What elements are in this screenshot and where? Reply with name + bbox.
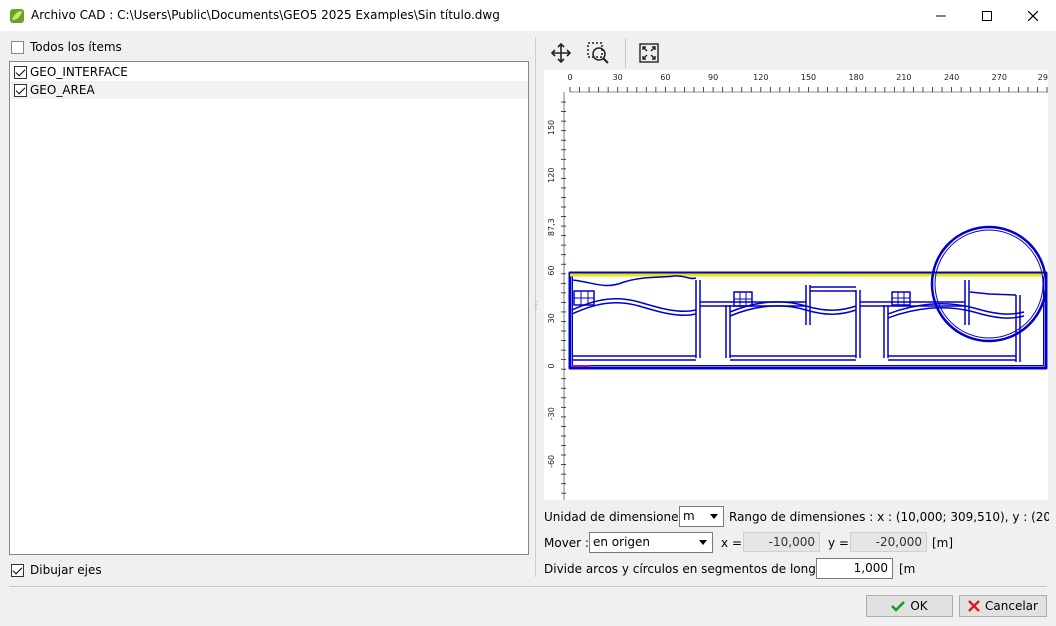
list-item[interactable]: GEO_AREA [11,81,528,99]
y-offset-label: y = [828,536,849,550]
dimension-unit-select[interactable]: m [679,506,724,527]
x-tick-label: 90 [708,73,718,82]
y-offset-field: -20,000 [850,532,927,552]
x-tick-label: 30 [613,73,623,82]
x-mark-icon [968,600,980,612]
layer-name: GEO_INTERFACE [30,65,128,79]
x-offset-field: -10,000 [743,532,820,552]
y-tick-label: -60 [547,455,556,468]
minimize-icon [936,15,946,16]
segment-unit-label: [m [899,562,916,576]
list-item[interactable]: GEO_INTERFACE [11,63,528,81]
zoom-window-button[interactable] [585,40,611,66]
leaf-icon [10,9,24,23]
x-tick-label: 120 [753,73,768,82]
y-tick-label: 120 [547,168,556,183]
title-bar: Archivo CAD : C:\Users\Public\Documents\… [0,0,1056,31]
move-unit-label: [m] [932,536,954,550]
y-tick-label: 0 [547,363,556,368]
segment-length-label: Divide arcos y círculos en segmentos de … [544,562,851,576]
cad-geometry [568,225,1048,370]
x-tick-label: 180 [849,73,864,82]
y-tick-label: 87,3 [547,218,556,236]
y-tick-label: -30 [547,407,556,420]
window-title: Archivo CAD : C:\Users\Public\Documents\… [31,8,500,22]
y-tick-label: 30 [547,313,556,323]
move-label: Mover : [544,536,589,550]
x-offset-label: x = [721,536,742,550]
dimension-unit-label: Unidad de dimensiones : [544,510,693,524]
layer-checkbox[interactable] [14,83,27,97]
close-icon [1028,10,1038,21]
draw-axes-option[interactable]: Dibujar ejes [11,563,102,577]
layer-list[interactable]: GEO_INTERFACE GEO_AREA [9,61,529,555]
segment-length-input[interactable]: 1,000 [816,558,893,579]
x-tick-label: 270 [992,73,1007,82]
layer-name: GEO_AREA [30,83,95,97]
checkmark-icon [891,601,906,612]
draw-axes-label: Dibujar ejes [30,563,102,577]
chevron-down-icon [710,514,718,519]
y-tick-label: 60 [547,266,556,276]
maximize-button[interactable] [964,0,1010,31]
move-icon [550,42,572,64]
draw-axes-checkbox[interactable] [11,563,24,577]
dimension-unit-value: m [683,509,695,523]
chevron-down-icon [699,540,707,545]
y-ruler: 150 120 87,3 60 30 0 -30 -60 [547,92,566,500]
move-button[interactable] [548,40,574,66]
x-tick-label: 60 [660,73,670,82]
toolbar-separator [625,38,626,68]
x-tick-label: 240 [944,73,959,82]
splitter-grip-icon[interactable]: ⋮ [531,300,541,318]
x-tick-label: 210 [896,73,911,82]
x-ruler: 0 30 60 90 120 150 180 210 240 270 299 [567,73,1048,93]
all-items-checkbox[interactable] [11,40,24,54]
all-items-option[interactable]: Todos los ítems [11,40,122,54]
all-items-label: Todos los ítems [30,40,122,54]
y-tick-label: 150 [547,120,556,135]
layer-checkbox[interactable] [14,65,27,79]
cancel-label: Cancelar [985,599,1038,613]
x-tick-label: 150 [801,73,816,82]
minimize-button[interactable] [918,0,964,31]
fit-all-icon [639,43,659,63]
dimension-range-text: Rango de dimensiones : x : (10,000; 309,… [729,510,1049,524]
zoom-window-icon [587,42,609,64]
cad-drawing: 0 30 60 90 120 150 180 210 240 270 299 150 120 87,3 6… [547,73,1048,500]
cancel-button[interactable]: Cancelar [959,595,1047,617]
ok-button[interactable]: OK [866,595,953,617]
maximize-icon [982,10,992,21]
fit-all-button[interactable] [636,40,662,66]
x-tick-label: 299 [1038,73,1048,82]
footer-divider [9,586,1047,587]
ok-label: OK [910,599,928,613]
x-tick-label: 0 [567,73,572,82]
cad-preview-canvas[interactable]: 0 30 60 90 120 150 180 210 240 270 299 150 120 87,3 6… [544,70,1048,500]
move-select[interactable]: en origen [589,532,713,553]
move-value: en origen [593,535,651,549]
close-button[interactable] [1010,0,1056,31]
